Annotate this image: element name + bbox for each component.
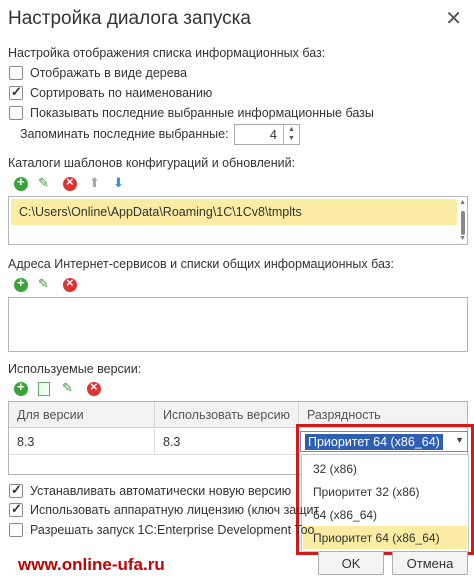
close-icon[interactable]: ✕ bbox=[445, 6, 462, 31]
add-icon[interactable] bbox=[14, 379, 28, 396]
edit-icon[interactable]: ✎ bbox=[62, 380, 73, 396]
infobase-list-heading: Настройка отображения списка информацион… bbox=[8, 46, 326, 60]
scroll-up-icon[interactable]: ▲ bbox=[459, 199, 466, 206]
column-header[interactable]: Для версии bbox=[9, 402, 155, 428]
list-item[interactable]: C:\Users\Online\AppData\Roaming\1C\1Cv8\… bbox=[11, 199, 457, 225]
remember-value: 4 bbox=[269, 127, 277, 142]
edit-icon[interactable]: ✎ bbox=[38, 276, 49, 292]
tree-label: Отображать в виде дерева bbox=[30, 66, 188, 80]
stepper-down-icon[interactable]: ▼ bbox=[284, 134, 299, 143]
scrollbar-thumb[interactable] bbox=[461, 211, 465, 235]
delete-icon[interactable] bbox=[87, 379, 101, 396]
scroll-down-icon[interactable]: ▼ bbox=[459, 235, 466, 242]
hw-license-label: Использовать аппаратную лицензию (ключ з… bbox=[30, 503, 320, 517]
recent-checkbox[interactable] bbox=[9, 106, 23, 120]
stepper-up-icon[interactable]: ▲ bbox=[284, 125, 299, 134]
services-heading: Адреса Интернет-сервисов и списки общих … bbox=[8, 257, 394, 271]
recent-label: Показывать последние выбранные информаци… bbox=[30, 106, 374, 120]
highlight-frame bbox=[296, 424, 474, 555]
delete-icon[interactable] bbox=[63, 174, 77, 191]
watermark: www.online-ufa.ru bbox=[18, 555, 165, 574]
hw-license-checkbox[interactable] bbox=[9, 501, 23, 517]
sort-label: Сортировать по наименованию bbox=[30, 86, 213, 100]
remember-label: Запоминать последние выбранные: bbox=[20, 127, 229, 141]
services-list[interactable] bbox=[8, 297, 468, 352]
add-icon[interactable] bbox=[14, 174, 28, 191]
auto-install-checkbox[interactable] bbox=[9, 482, 23, 498]
remember-stepper[interactable]: 4 ▲ ▼ bbox=[234, 124, 300, 145]
sort-checkbox[interactable] bbox=[9, 84, 23, 100]
versions-heading: Используемые версии: bbox=[8, 362, 142, 376]
move-down-icon[interactable]: ⬇ bbox=[113, 175, 124, 191]
table-cell-use-version[interactable]: 8.3 bbox=[155, 429, 299, 455]
table-cell-version[interactable]: 8.3 bbox=[9, 429, 155, 455]
edt-checkbox[interactable] bbox=[9, 523, 23, 537]
templates-heading: Каталоги шаблонов конфигураций и обновле… bbox=[8, 156, 296, 170]
move-up-icon[interactable]: ⬆ bbox=[89, 175, 100, 191]
window-title: Настройка диалога запуска bbox=[8, 8, 251, 29]
templates-list[interactable]: C:\Users\Online\AppData\Roaming\1C\1Cv8\… bbox=[8, 196, 468, 245]
add-icon[interactable] bbox=[14, 275, 28, 292]
column-header[interactable]: Использовать версию bbox=[155, 402, 299, 428]
auto-install-label: Устанавливать автоматически новую версию bbox=[30, 484, 292, 498]
tree-checkbox[interactable] bbox=[9, 66, 23, 80]
cancel-button[interactable]: Отмена bbox=[392, 551, 468, 575]
edit-icon[interactable]: ✎ bbox=[38, 175, 49, 191]
edt-label: Разрешать запуск 1С:Enterprise Developme… bbox=[30, 523, 315, 537]
delete-icon[interactable] bbox=[63, 275, 77, 292]
copy-icon[interactable] bbox=[38, 382, 50, 396]
ok-button[interactable]: OK bbox=[318, 551, 384, 575]
